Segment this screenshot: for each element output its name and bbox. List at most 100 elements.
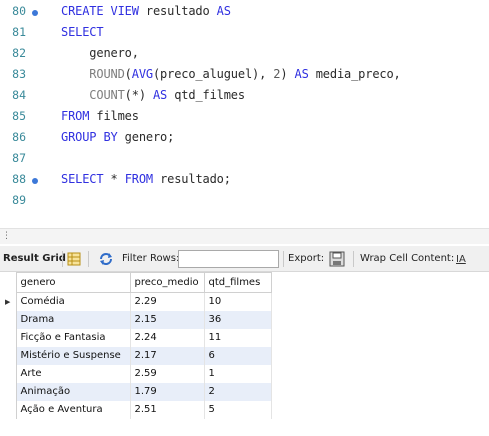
table-cell-genero[interactable]: Ação e Aventura xyxy=(16,400,131,419)
table-cell-preco-medio[interactable]: 2.51 xyxy=(130,400,205,419)
row-gutter-header xyxy=(0,272,17,293)
code-token: SELECT xyxy=(61,25,104,39)
code-token: ) xyxy=(280,67,295,81)
table-cell-genero[interactable]: Animação xyxy=(16,382,131,401)
table-row[interactable]: Drama 2.15 36 xyxy=(0,310,272,329)
result-grid[interactable]: genero preco_medio qtd_filmes ▶ Comédia 2.… xyxy=(0,272,489,436)
code-token: * xyxy=(103,172,125,186)
sql-editor[interactable]: 80 CREATE VIEW resultado AS 81 SELECT 82 gen… xyxy=(0,0,489,222)
table-cell-genero[interactable]: Ficção e Fantasia xyxy=(16,328,131,347)
row-selector[interactable] xyxy=(0,328,17,347)
table-cell-qtd-filmes[interactable]: 10 xyxy=(204,292,272,311)
splitter-bar[interactable] xyxy=(0,228,489,244)
result-grid-tab[interactable]: Result Grid xyxy=(3,253,66,264)
code-token: resultado xyxy=(145,4,217,18)
table-cell-qtd-filmes[interactable]: 36 xyxy=(204,310,272,329)
table-cell-qtd-filmes[interactable]: 6 xyxy=(204,346,272,365)
table-cell-preco-medio[interactable]: 2.29 xyxy=(130,292,205,311)
code-line[interactable]: 88 SELECT * FROM resultado; xyxy=(0,170,489,191)
code-token: FROM xyxy=(124,172,153,186)
export-icon[interactable] xyxy=(329,251,345,267)
table-cell-genero[interactable]: Drama xyxy=(16,310,131,329)
code-token: media_preco, xyxy=(308,67,401,81)
code-text: GROUP BY genero; xyxy=(61,130,174,144)
toolbar-divider xyxy=(353,251,354,267)
table-cell-preco-medio[interactable]: 2.17 xyxy=(130,346,205,365)
code-token: resultado; xyxy=(153,172,231,186)
table-row[interactable]: Arte 2.59 1 xyxy=(0,364,272,383)
line-number: 86 xyxy=(12,130,26,144)
code-token: AS xyxy=(216,4,231,18)
table-cell-genero[interactable]: Comédia xyxy=(16,292,131,311)
code-line[interactable]: 87 xyxy=(0,149,489,170)
code-text: SELECT * FROM resultado; xyxy=(61,172,231,186)
toolbar-divider xyxy=(62,251,63,267)
table-cell-preco-medio[interactable]: 2.15 xyxy=(130,310,205,329)
code-line[interactable]: 80 CREATE VIEW resultado AS xyxy=(0,2,489,23)
code-token: qtd_filmes xyxy=(167,88,245,102)
code-token: filmes xyxy=(89,109,139,123)
code-token: genero, xyxy=(61,46,139,60)
code-token: ROUND xyxy=(61,67,125,81)
table-row[interactable]: Ficção e Fantasia 2.24 11 xyxy=(0,328,272,347)
row-selector[interactable] xyxy=(0,310,17,329)
result-toolbar: Result Grid Filter Rows: Export: Wrap Ce… xyxy=(0,246,489,272)
wrap-text-icon[interactable]: IA xyxy=(455,252,469,266)
table-cell-preco-medio[interactable]: 2.24 xyxy=(130,328,205,347)
line-number: 89 xyxy=(12,193,26,207)
table-cell-qtd-filmes[interactable]: 1 xyxy=(204,364,272,383)
code-text: genero, xyxy=(61,46,139,60)
code-token: SELECT xyxy=(61,172,104,186)
code-token: CREATE VIEW xyxy=(61,4,146,18)
code-text: COUNT(*) AS qtd_filmes xyxy=(61,88,245,102)
refresh-icon[interactable] xyxy=(98,251,114,267)
toolbar-divider xyxy=(283,251,284,267)
line-number: 82 xyxy=(12,46,26,60)
table-row[interactable]: Animação 1.79 2 xyxy=(0,382,272,401)
code-line[interactable]: 85 FROM filmes xyxy=(0,107,489,128)
code-line[interactable]: 84 COUNT(*) AS qtd_filmes xyxy=(0,86,489,107)
row-selector[interactable] xyxy=(0,382,17,401)
code-token: COUNT xyxy=(61,88,125,102)
row-selector[interactable]: ▶ xyxy=(0,292,17,311)
line-number: 80 xyxy=(12,4,26,18)
code-token: AS xyxy=(294,67,309,81)
code-token: GROUP BY xyxy=(61,130,118,144)
column-header-qtd-filmes[interactable]: qtd_filmes xyxy=(203,272,272,293)
table-row[interactable]: ▶ Comédia 2.29 10 xyxy=(0,292,272,311)
table-cell-genero[interactable]: Arte xyxy=(16,364,131,383)
table-row[interactable]: Ação e Aventura 2.51 5 xyxy=(0,400,272,419)
header-row: genero preco_medio qtd_filmes xyxy=(0,272,272,293)
panel-splitter[interactable]: ⋮ xyxy=(0,222,489,244)
code-line[interactable]: 89 xyxy=(0,191,489,212)
table-cell-qtd-filmes[interactable]: 5 xyxy=(204,400,272,419)
table-cell-preco-medio[interactable]: 2.59 xyxy=(130,364,205,383)
code-line[interactable]: 82 genero, xyxy=(0,44,489,65)
code-line[interactable]: 86 GROUP BY genero; xyxy=(0,128,489,149)
statement-marker-icon[interactable] xyxy=(32,10,38,16)
line-number: 81 xyxy=(12,25,26,39)
toolbar-divider xyxy=(88,251,89,267)
row-selector[interactable] xyxy=(0,400,17,419)
statement-marker-icon[interactable] xyxy=(32,178,38,184)
table-row[interactable]: Mistério e Suspense 2.17 6 xyxy=(0,346,272,365)
table-cell-qtd-filmes[interactable]: 11 xyxy=(204,328,272,347)
table-cell-qtd-filmes[interactable]: 2 xyxy=(204,382,272,401)
grid-view-icon[interactable] xyxy=(67,252,81,266)
export-label: Export: xyxy=(288,253,325,264)
code-token: ( xyxy=(124,67,132,81)
table-cell-preco-medio[interactable]: 1.79 xyxy=(130,382,205,401)
filter-rows-input[interactable] xyxy=(178,250,279,268)
splitter-grip-icon[interactable]: ⋮ xyxy=(2,231,11,241)
row-selector[interactable] xyxy=(0,346,17,365)
code-line[interactable]: 81 SELECT xyxy=(0,23,489,44)
svg-text:IA: IA xyxy=(456,254,466,265)
column-header-preco-medio[interactable]: preco_medio xyxy=(129,272,205,293)
code-token: (*) xyxy=(124,88,153,102)
current-row-arrow-icon: ▶ xyxy=(5,297,11,306)
table-cell-genero[interactable]: Mistério e Suspense xyxy=(16,346,131,365)
column-header-genero[interactable]: genero xyxy=(15,272,131,293)
code-token: AS xyxy=(152,88,168,102)
row-selector[interactable] xyxy=(0,364,17,383)
code-line[interactable]: 83 ROUND(AVG(preco_aluguel), 2) AS media… xyxy=(0,65,489,86)
